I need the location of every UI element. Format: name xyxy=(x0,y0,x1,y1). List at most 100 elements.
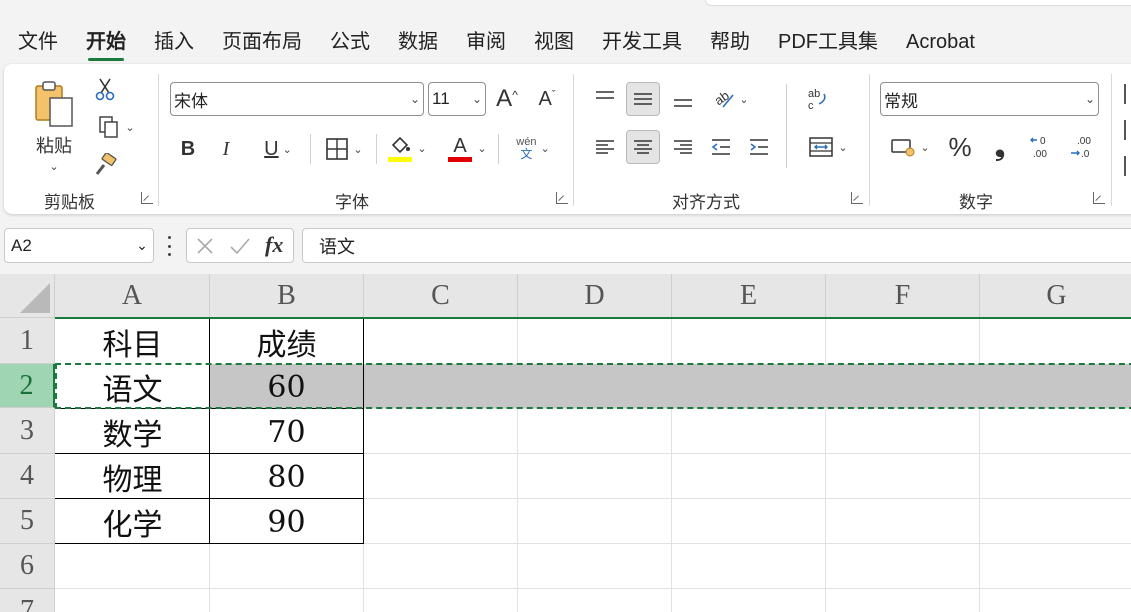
enter-check-icon[interactable] xyxy=(229,236,251,256)
row-header-1[interactable]: 1 xyxy=(0,318,55,364)
font-color-icon: A xyxy=(448,135,473,162)
column-header-c[interactable]: C xyxy=(364,274,518,318)
cell-b4[interactable]: 80 xyxy=(210,455,363,499)
group-divider xyxy=(573,74,574,206)
orientation-button[interactable]: ab ⌄ xyxy=(704,82,756,116)
chevron-down-icon: ⌄ xyxy=(282,143,292,156)
bold-button[interactable]: B xyxy=(174,132,202,166)
phonetic-guide-button[interactable]: wén 文 ⌄ xyxy=(506,130,560,166)
column-header-f[interactable]: F xyxy=(826,274,980,318)
merge-center-button[interactable]: ⌄ xyxy=(800,130,856,164)
tab-file[interactable]: 文件 xyxy=(0,26,68,58)
row-header-4[interactable]: 4 xyxy=(0,454,55,499)
row-header-7[interactable]: 7 xyxy=(0,589,55,612)
tab-page-layout[interactable]: 页面布局 xyxy=(204,26,312,58)
cut-button[interactable] xyxy=(90,74,120,104)
increase-indent-button[interactable] xyxy=(742,130,776,164)
wrap-text-button[interactable]: ab c xyxy=(800,82,834,116)
ribbon-panel: 粘贴 ⌄ ⌄ 剪贴板 宋体 ⌄ 11 ⌄ A ^ A ˇ B I U ⌄ ⌄ ⌄… xyxy=(4,64,1131,214)
column-header-b[interactable]: B xyxy=(210,274,364,318)
align-left-icon xyxy=(596,140,614,154)
indent-icon xyxy=(750,139,768,155)
borders-button[interactable]: ⌄ xyxy=(316,132,372,166)
formula-controls: fx xyxy=(186,228,294,263)
selection-header-line xyxy=(55,317,1131,319)
align-bottom-button[interactable] xyxy=(666,82,700,116)
cell-styles-icon[interactable] xyxy=(1124,156,1128,176)
font-launcher-icon[interactable] xyxy=(556,192,568,204)
tab-home[interactable]: 开始 xyxy=(68,26,136,61)
row-header-3[interactable]: 3 xyxy=(0,408,55,454)
chevron-down-icon: ⌄ xyxy=(477,142,487,155)
decrease-indent-button[interactable] xyxy=(704,130,738,164)
column-header-e[interactable]: E xyxy=(672,274,826,318)
tab-review[interactable]: 审阅 xyxy=(448,26,516,58)
copy-marquee xyxy=(55,363,1131,409)
fill-color-button[interactable]: ⌄ xyxy=(382,130,432,166)
svg-text:ab: ab xyxy=(808,88,820,100)
row-header-5[interactable]: 5 xyxy=(0,499,55,544)
number-format-select[interactable]: 常规 ⌄ xyxy=(880,82,1099,116)
align-right-button[interactable] xyxy=(666,130,700,164)
align-center-button[interactable] xyxy=(626,130,660,164)
tab-developer[interactable]: 开发工具 xyxy=(584,26,692,58)
format-table-icon[interactable] xyxy=(1124,120,1128,140)
row-header-6[interactable]: 6 xyxy=(0,544,55,589)
accounting-icon xyxy=(891,139,915,157)
font-size-select[interactable]: 11 ⌄ xyxy=(428,82,486,116)
svg-text:.0: .0 xyxy=(1081,149,1090,160)
wrap-text-icon: abc xyxy=(808,88,826,112)
cell-a4[interactable]: 物理 xyxy=(56,455,209,499)
column-header-d[interactable]: D xyxy=(518,274,672,318)
tab-view[interactable]: 视图 xyxy=(516,26,584,58)
align-top-button[interactable] xyxy=(588,82,622,116)
cell-b3[interactable]: 70 xyxy=(210,410,363,454)
column-header-g[interactable]: G xyxy=(980,274,1131,318)
tab-help[interactable]: 帮助 xyxy=(692,26,760,58)
tab-formulas[interactable]: 公式 xyxy=(312,26,380,58)
copy-button[interactable]: ⌄ xyxy=(90,112,142,142)
name-box[interactable]: A2 ⌄ xyxy=(4,228,154,263)
tab-insert[interactable]: 插入 xyxy=(136,26,204,58)
font-name-select[interactable]: 宋体 ⌄ xyxy=(170,82,424,116)
cell-a5[interactable]: 化学 xyxy=(56,500,209,544)
cell-b1[interactable]: 成绩 xyxy=(210,320,363,364)
insert-function-button[interactable]: fx xyxy=(265,232,283,258)
increase-font-button[interactable]: A ^ xyxy=(492,82,522,116)
italic-button[interactable]: I xyxy=(212,132,240,166)
cell-b5[interactable]: 90 xyxy=(210,500,363,544)
format-painter-button[interactable] xyxy=(90,150,120,180)
percent-style-button[interactable]: % xyxy=(944,130,976,164)
font-color-button[interactable]: A ⌄ xyxy=(442,130,492,166)
clipboard-launcher-icon[interactable] xyxy=(141,192,153,204)
accounting-format-button[interactable]: ⌄ xyxy=(884,130,936,164)
alignment-launcher-icon[interactable] xyxy=(851,192,863,204)
formula-input[interactable]: 语文 xyxy=(302,228,1131,263)
worksheet-grid[interactable]: A B C D E F G 1 2 3 4 5 6 7 科目 成绩 语文 60 … xyxy=(0,274,1131,612)
chevron-down-icon[interactable]: ⌄ xyxy=(131,237,153,254)
cell-a1[interactable]: 科目 xyxy=(56,320,209,364)
tab-pdf-tools[interactable]: PDF工具集 xyxy=(760,26,888,58)
cell-a3[interactable]: 数学 xyxy=(56,410,209,454)
align-left-button[interactable] xyxy=(588,130,622,164)
column-header-a[interactable]: A xyxy=(55,274,210,318)
tab-data[interactable]: 数据 xyxy=(380,26,448,58)
select-all-button[interactable] xyxy=(0,274,55,318)
increase-decimal-button[interactable]: 0.00 xyxy=(1024,130,1060,164)
conditional-format-icon[interactable] xyxy=(1124,84,1128,104)
svg-text:0: 0 xyxy=(1040,136,1046,147)
tab-acrobat[interactable]: Acrobat xyxy=(888,26,985,58)
underline-button[interactable]: U ⌄ xyxy=(250,132,306,166)
svg-text:.00: .00 xyxy=(1077,136,1091,147)
chevron-down-icon: ⌄ xyxy=(920,141,930,154)
align-middle-button[interactable] xyxy=(626,82,660,116)
comma-style-button[interactable]: ❟ xyxy=(984,130,1016,164)
paste-button[interactable]: 粘贴 ⌄ xyxy=(26,74,82,178)
decrease-font-button[interactable]: Aˇ xyxy=(532,82,562,116)
row-header-2[interactable]: 2 xyxy=(0,364,55,408)
cancel-icon[interactable] xyxy=(195,236,215,256)
decrease-decimal-button[interactable]: .00.0 xyxy=(1064,130,1100,164)
formula-bar-splitter[interactable] xyxy=(166,236,172,256)
number-launcher-icon[interactable] xyxy=(1093,192,1105,204)
divider xyxy=(786,84,787,168)
